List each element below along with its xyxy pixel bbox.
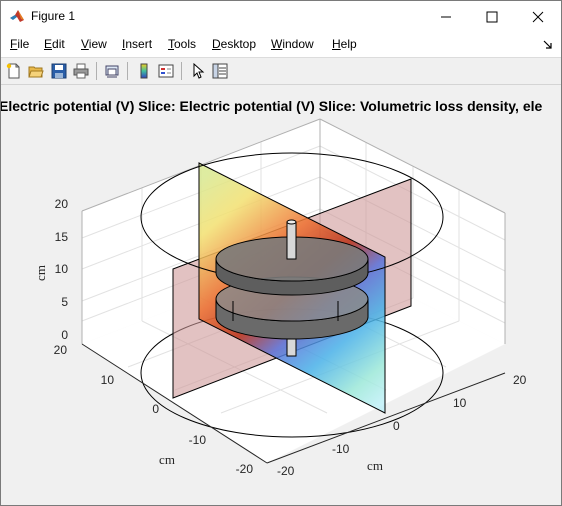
minimize-button[interactable]	[423, 1, 469, 32]
z-tick-label: 20	[55, 197, 69, 211]
axes-3d[interactable]: 20 15 10 5 0 cm 20 10 0 -10 -20 cm -20 -…	[1, 85, 561, 505]
menu-help[interactable]: Help	[332, 37, 357, 51]
save-button[interactable]	[49, 61, 69, 81]
title-bar[interactable]: Figure 1	[1, 1, 561, 32]
z-tick-label: 0	[61, 328, 68, 342]
menu-window[interactable]: Window	[271, 37, 314, 51]
new-figure-icon	[6, 63, 20, 79]
z-tick-label: 5	[61, 295, 68, 309]
open-file-button[interactable]	[26, 61, 46, 81]
matlab-logo-icon	[10, 10, 24, 22]
toolbar	[1, 58, 561, 85]
minimize-icon	[441, 16, 451, 17]
toolbar-separator	[181, 62, 182, 80]
toolbar-separator	[127, 62, 128, 80]
menu-view[interactable]: View	[81, 37, 107, 51]
z-tick-label: 15	[55, 230, 69, 244]
save-icon	[51, 63, 67, 79]
toolbar-separator	[96, 62, 97, 80]
y-tick-label: -10	[332, 442, 350, 456]
close-icon	[532, 11, 544, 22]
insert-legend-button[interactable]	[156, 61, 176, 81]
open-file-icon	[28, 66, 44, 78]
insert-colorbar-icon	[140, 63, 148, 79]
dock-arrow-icon[interactable]	[543, 40, 553, 50]
maximize-icon	[486, 11, 498, 22]
property-inspector-icon	[212, 63, 228, 79]
x-tick-label: 10	[101, 373, 115, 387]
menu-tools[interactable]: Tools	[168, 37, 196, 51]
x-tick-label: 20	[54, 343, 68, 357]
print-icon	[73, 63, 89, 79]
z-tick-label: 10	[55, 262, 69, 276]
maximize-button[interactable]	[469, 1, 515, 32]
menu-edit[interactable]: Edit	[44, 37, 65, 51]
y-tick-label: 0	[393, 419, 400, 433]
z-axis: 20 15 10 5 0 cm	[33, 197, 68, 342]
insert-colorbar-button[interactable]	[134, 61, 154, 81]
y-tick-label: 20	[513, 373, 527, 387]
figure-canvas[interactable]: Electric potential (V) Slice: Electric p…	[1, 85, 561, 505]
insert-legend-icon	[158, 64, 174, 78]
menu-bar: File Edit View Insert Tools Desktop Wind…	[1, 32, 561, 58]
figure-window: Figure 1 File Edit View Insert Tools Des…	[0, 0, 562, 506]
edit-plot-icon	[193, 63, 205, 79]
x-tick-label: -10	[189, 433, 207, 447]
menu-desktop[interactable]: Desktop	[212, 37, 256, 51]
close-button[interactable]	[515, 1, 561, 32]
y-tick-label: -20	[277, 464, 295, 478]
link-plot-button[interactable]	[102, 61, 122, 81]
y-axis-label: cm	[367, 458, 383, 473]
edit-plot-button[interactable]	[188, 61, 208, 81]
new-figure-button[interactable]	[4, 61, 24, 81]
x-tick-label: 0	[152, 402, 159, 416]
print-button[interactable]	[71, 61, 91, 81]
menu-file[interactable]: File	[10, 37, 29, 51]
link-plot-icon	[105, 65, 119, 78]
x-axis-label: cm	[159, 452, 175, 467]
y-tick-label: 10	[453, 396, 467, 410]
z-axis-label: cm	[33, 265, 48, 281]
x-tick-label: -20	[236, 462, 254, 476]
window-title: Figure 1	[31, 9, 76, 23]
property-inspector-button[interactable]	[210, 61, 230, 81]
menu-insert[interactable]: Insert	[122, 37, 152, 51]
